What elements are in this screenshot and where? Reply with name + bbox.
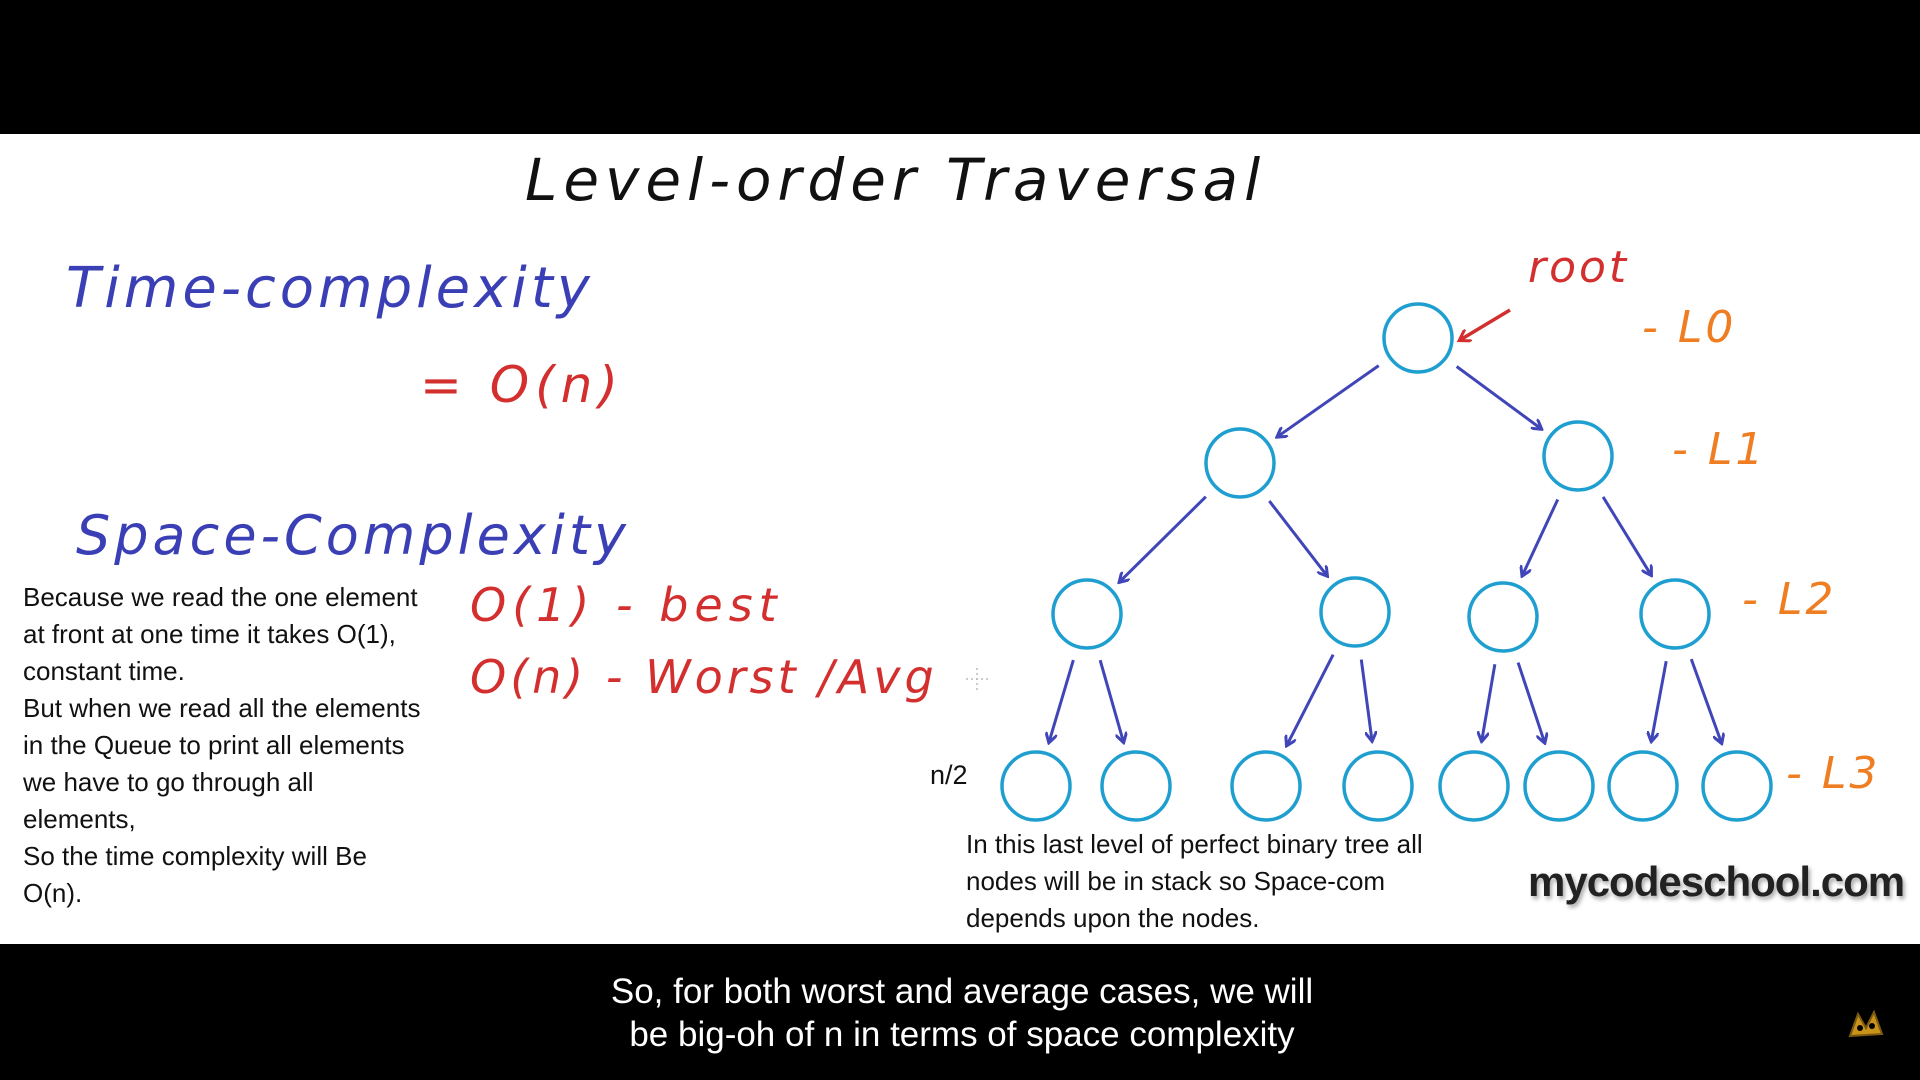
tree-node	[1051, 578, 1123, 650]
tree-node	[1639, 578, 1711, 650]
video-top-letterbox	[0, 0, 1920, 134]
tree-edge-arrow	[1287, 654, 1335, 745]
tree-node	[1204, 427, 1276, 499]
tree-edge-arrow	[1601, 496, 1651, 575]
tree-edge-arrow	[1120, 495, 1207, 582]
tree-edge-arrow	[1689, 658, 1721, 743]
cursor-crosshair-icon	[966, 668, 988, 690]
tree-edge-arrow	[1359, 659, 1372, 741]
caption-line-1: So, for both worst and average cases, we…	[610, 972, 1314, 1011]
subtitle-caption: So, for both worst and average cases, we…	[594, 968, 1330, 1060]
tree-edge-arrow	[1049, 659, 1075, 742]
tree-node	[1467, 581, 1539, 653]
tree-edge-arrow	[1651, 660, 1668, 741]
tree-node	[1523, 750, 1595, 822]
binary-tree-diagram	[1000, 302, 1773, 822]
root-arrow	[1460, 308, 1511, 340]
tree-edge-arrow	[1455, 365, 1541, 428]
tree-edges	[1049, 364, 1721, 745]
tree-node	[1342, 750, 1414, 822]
tree-node	[1701, 750, 1773, 822]
tree-edge-arrow	[1516, 662, 1544, 743]
tree-node	[1000, 750, 1072, 822]
tree-node	[1438, 750, 1510, 822]
caption-line-2: be big-oh of n in terms of space complex…	[629, 1015, 1295, 1054]
tree-edge-arrow	[1268, 500, 1327, 576]
tree-node	[1319, 576, 1391, 648]
tree-edge-arrow	[1278, 364, 1380, 437]
tree-node	[1542, 420, 1614, 492]
tree-node	[1607, 750, 1679, 822]
lecture-slide: Level-order Traversal Time-complexity = …	[0, 134, 1920, 944]
tree-node	[1382, 302, 1454, 374]
tree-edge-arrow	[1482, 664, 1497, 740]
tree-node	[1230, 750, 1302, 822]
tree-edge-arrow	[1522, 498, 1560, 576]
tree-edge-arrow	[1098, 659, 1123, 742]
tree-nodes	[1000, 302, 1773, 822]
channel-logo-icon[interactable]	[1846, 1008, 1886, 1042]
tree-node	[1100, 750, 1172, 822]
